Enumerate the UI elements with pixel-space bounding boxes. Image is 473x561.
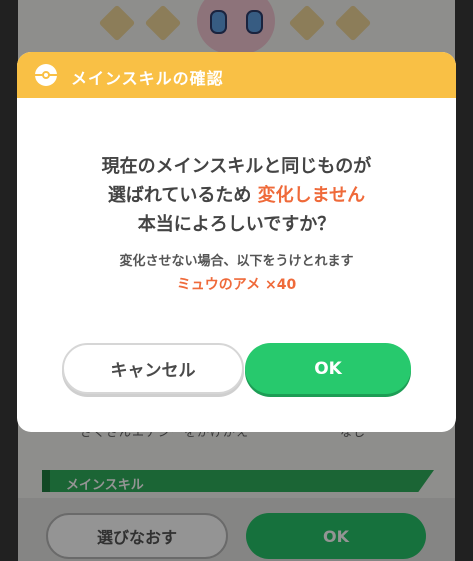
pokeball-icon [35,64,57,86]
pokeball-center [42,71,50,79]
dialog-title: メインスキルの確認 [71,69,224,88]
ok-button[interactable]: OK [245,343,411,394]
cancel-button[interactable]: キャンセル [62,343,244,394]
reward-note: 変化させない場合、以下をうけとれます [119,254,354,269]
message-line-2-text: 選ばれているため [107,185,258,206]
message-line-3: 本当によろしいですか？ [137,214,336,235]
message-line-2: 選ばれているため 変化しません [17,181,456,207]
dialog-header: メインスキルの確認 [17,52,456,98]
reward-amount: ミュウのアメ ×40 [176,277,297,293]
message-line-1: 現在のメインスキルと同じものが [101,156,372,177]
no-change-highlight: 変化しません [257,185,366,206]
confirm-dialog: メインスキルの確認 現在のメインスキルと同じものが 選ばれているため 変化しませ… [17,52,456,432]
